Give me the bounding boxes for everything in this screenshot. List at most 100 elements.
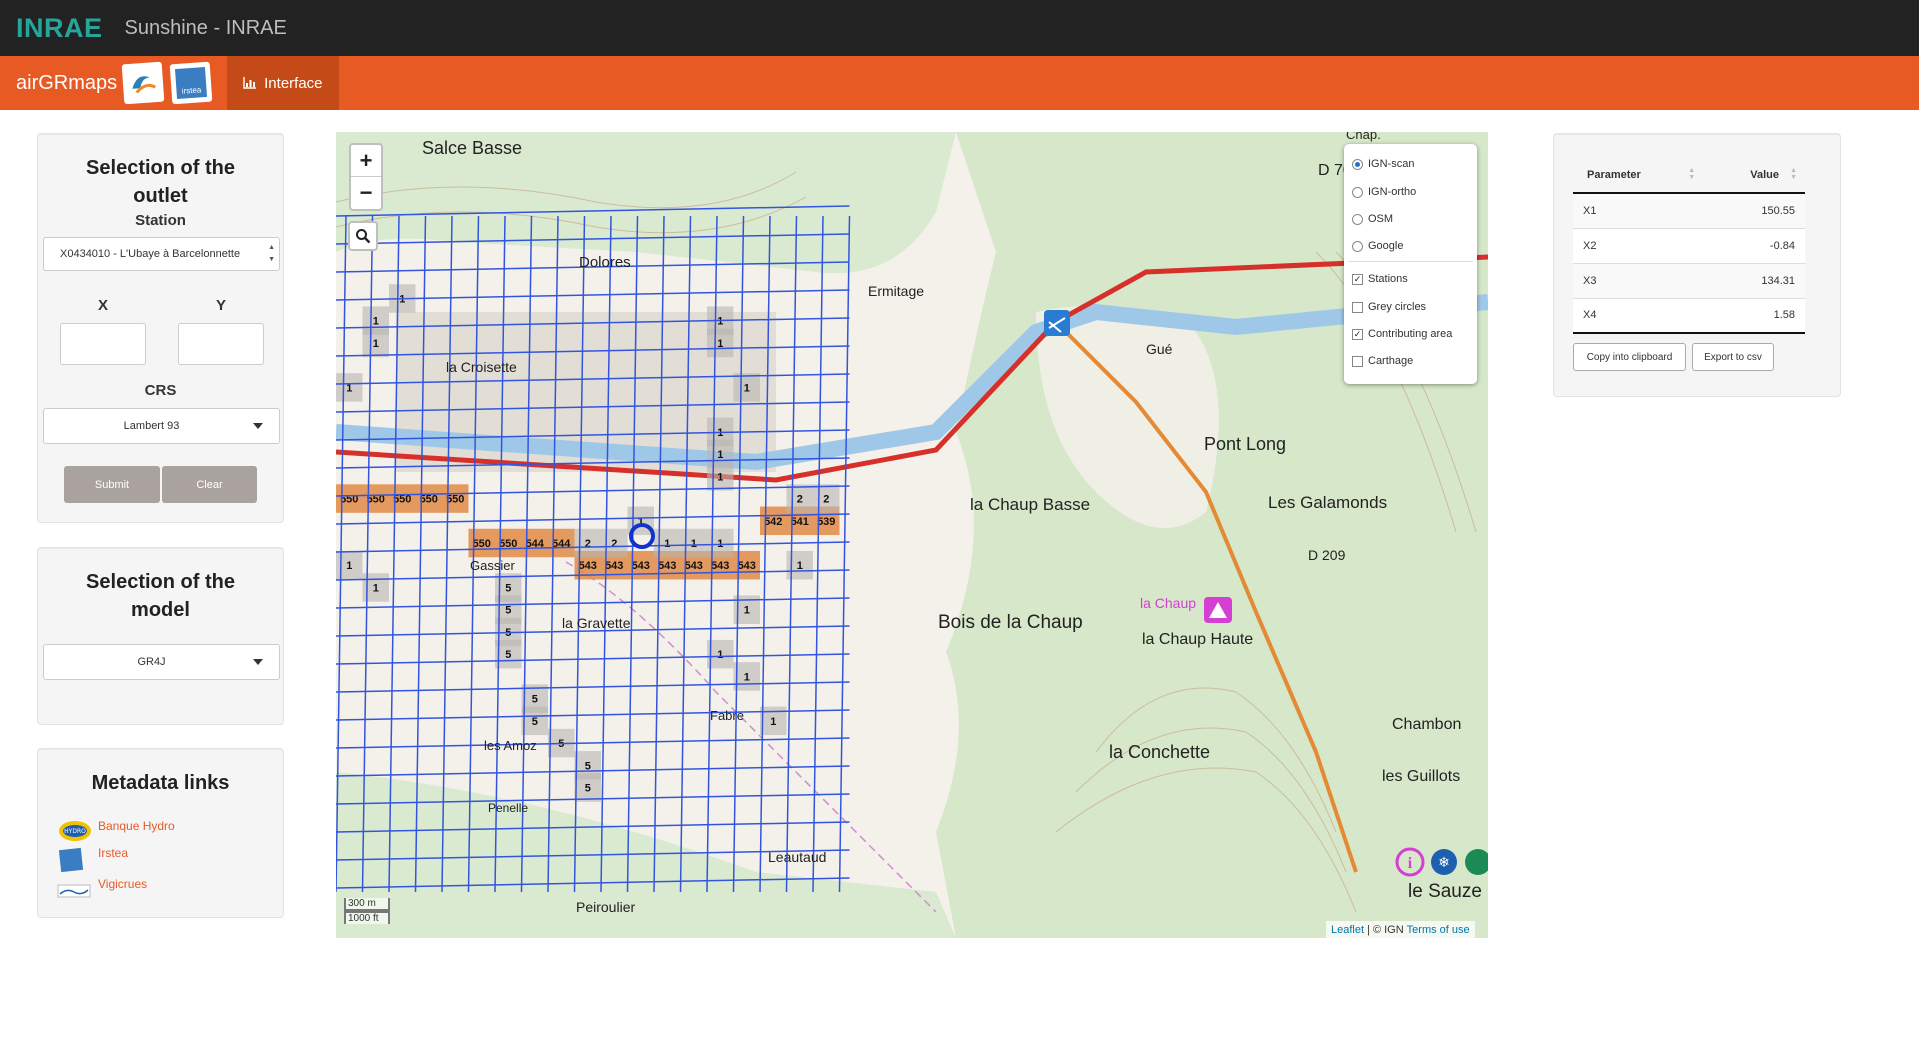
inrae-logo: INRAE [16, 12, 103, 43]
col-value[interactable]: Value ▲ ▼ [1701, 157, 1805, 194]
outlet-title-2: outlet [133, 185, 188, 207]
place-label: Peiroulier [576, 899, 635, 915]
zoom-out-button[interactable]: − [351, 177, 381, 209]
grid-cell-value: 543 [711, 560, 729, 572]
place-label: Bois de la Chaup [938, 612, 1083, 633]
grid-cell-value: 5 [532, 694, 538, 706]
model-select[interactable]: GR4J [43, 644, 280, 680]
place-label: Chambon [1392, 716, 1461, 733]
irstea-link[interactable]: Irstea [98, 846, 128, 860]
grid-cell-value: 5 [505, 649, 511, 661]
x-input[interactable] [60, 323, 146, 365]
col-value-label: Value [1750, 168, 1779, 181]
brand-name: airGRmaps [16, 71, 118, 94]
param-name: X1 [1573, 192, 1702, 228]
sort-icon[interactable]: ▲ ▼ [1790, 167, 1797, 181]
grid-cell-value: 5 [505, 582, 511, 594]
place-label: la Gravette [562, 615, 631, 631]
place-label: Salce Basse [422, 138, 522, 158]
y-label: Y [215, 297, 226, 314]
checkbox-stations[interactable]: ✓ [1352, 273, 1363, 285]
submit-button[interactable]: Submit [64, 466, 160, 503]
grid-cell-value: 5 [532, 716, 538, 728]
param-name: X4 [1573, 297, 1702, 334]
place-label: Penelle [488, 801, 528, 815]
col-parameter[interactable]: Parameter ▲ ▼ [1573, 157, 1702, 194]
grid-cell-value: 550 [473, 538, 491, 550]
layer-osm[interactable]: OSM [1352, 211, 1393, 227]
checkbox-grey-circles[interactable] [1352, 301, 1363, 313]
radio-ign-ortho[interactable] [1352, 186, 1363, 198]
station-select[interactable]: X0434010 - L'Ubaye à Barcelonnette ▲ ▼ [43, 237, 280, 271]
map-search-button[interactable] [348, 221, 378, 251]
radio-google[interactable] [1352, 240, 1363, 252]
grid-cell-value: 1 [664, 538, 670, 550]
place-label: la Chaup [1140, 595, 1196, 611]
grid-cell-value: 1 [346, 560, 352, 572]
overlay-contributing-area[interactable]: ✓ Contributing area [1352, 326, 1452, 342]
param-value: 150.55 [1701, 192, 1805, 228]
clear-button[interactable]: Clear [162, 466, 257, 503]
grid-cell-value: 1 [717, 449, 723, 461]
zoom-in-button[interactable]: + [351, 145, 381, 177]
map-view[interactable]: 550 550 550 550 550 550 550 544 544 543 543 543 543 5… [336, 132, 1488, 938]
chevron-down-icon [253, 659, 263, 665]
leaflet-link[interactable]: Leaflet [1331, 924, 1364, 936]
station-spinner-icon[interactable]: ▲ ▼ [268, 242, 275, 266]
grid-cell-value: 1 [717, 471, 723, 483]
outlet-panel: Selection of the outlet Station X0434010… [37, 133, 284, 523]
radio-osm[interactable] [1352, 213, 1363, 225]
grid-cell-value: 543 [579, 560, 597, 572]
checkbox-contributing-area[interactable]: ✓ [1352, 328, 1363, 340]
y-input[interactable] [178, 323, 264, 365]
navbar: airGRmaps irstea Interface [0, 56, 1919, 110]
place-label: la Conchette [1109, 742, 1210, 762]
place-label: la Chaup Basse [970, 495, 1090, 514]
checkbox-carthage[interactable] [1352, 355, 1363, 367]
overlay-grey-circles[interactable]: Grey circles [1352, 299, 1426, 315]
map-attribution: Leaflet | © IGN Terms of use [1326, 921, 1475, 938]
grid-cell-value: 543 [605, 560, 623, 572]
overlay-carthage[interactable]: Carthage [1352, 353, 1413, 369]
place-label: Dolores [579, 254, 631, 271]
grid-cell-value: 1 [744, 671, 750, 683]
tab-interface-label: Interface [264, 74, 323, 92]
export-csv-button[interactable]: Export to csv [1692, 343, 1774, 371]
layer-label: Stations [1368, 273, 1408, 285]
grid-cell-value: 541 [791, 516, 809, 528]
map-canvas[interactable]: 550 550 550 550 550550 550 544 544543 543 543 543 5… [336, 132, 1488, 938]
tab-interface[interactable]: Interface [227, 56, 339, 110]
crs-select[interactable]: Lambert 93 [43, 408, 280, 444]
grid-cell-value: 1 [373, 316, 379, 328]
metadata-panel: Metadata links HYDRO Banque Hydro Irstea… [37, 748, 284, 918]
grid-cell-value: 543 [685, 560, 703, 572]
ski-icon [1044, 310, 1070, 336]
layer-label: OSM [1368, 213, 1394, 225]
table-row: X2 -0.84 [1573, 227, 1805, 263]
layer-control: IGN-scan IGN-ortho OSM Google ✓ Stations… [1344, 144, 1477, 384]
place-label: les Amoz [484, 738, 537, 753]
place-label: Chap. [1346, 132, 1381, 142]
terms-link[interactable]: Terms of use [1407, 924, 1470, 936]
bar-chart-icon [243, 77, 257, 89]
radio-ign-scan[interactable] [1352, 158, 1363, 170]
place-label: la Croisette [446, 359, 517, 375]
overlay-stations[interactable]: ✓ Stations [1352, 271, 1408, 287]
sort-icon[interactable]: ▲ ▼ [1688, 167, 1695, 181]
vigicrues-link[interactable]: Vigicrues [98, 877, 147, 891]
layer-ign-ortho[interactable]: IGN-ortho [1352, 184, 1416, 200]
table-row: X1 150.55 [1573, 192, 1805, 228]
outlet-title-1: Selection of the [86, 157, 235, 179]
ign-credit: | © IGN [1367, 923, 1404, 936]
place-label: le Sauze [1408, 881, 1482, 902]
layer-google[interactable]: Google [1352, 238, 1403, 254]
model-value: GR4J [137, 656, 166, 668]
x-label: X [97, 297, 108, 314]
model-panel: Selection of the model GR4J [37, 547, 284, 725]
banque-hydro-link[interactable]: Banque Hydro [98, 819, 175, 833]
grid-cell-value: 1 [373, 338, 379, 350]
param-name: X3 [1573, 262, 1702, 298]
param-value: 134.31 [1701, 262, 1805, 298]
copy-clipboard-button[interactable]: Copy into clipboard [1573, 343, 1686, 371]
layer-ign-scan[interactable]: IGN-scan [1352, 156, 1414, 172]
